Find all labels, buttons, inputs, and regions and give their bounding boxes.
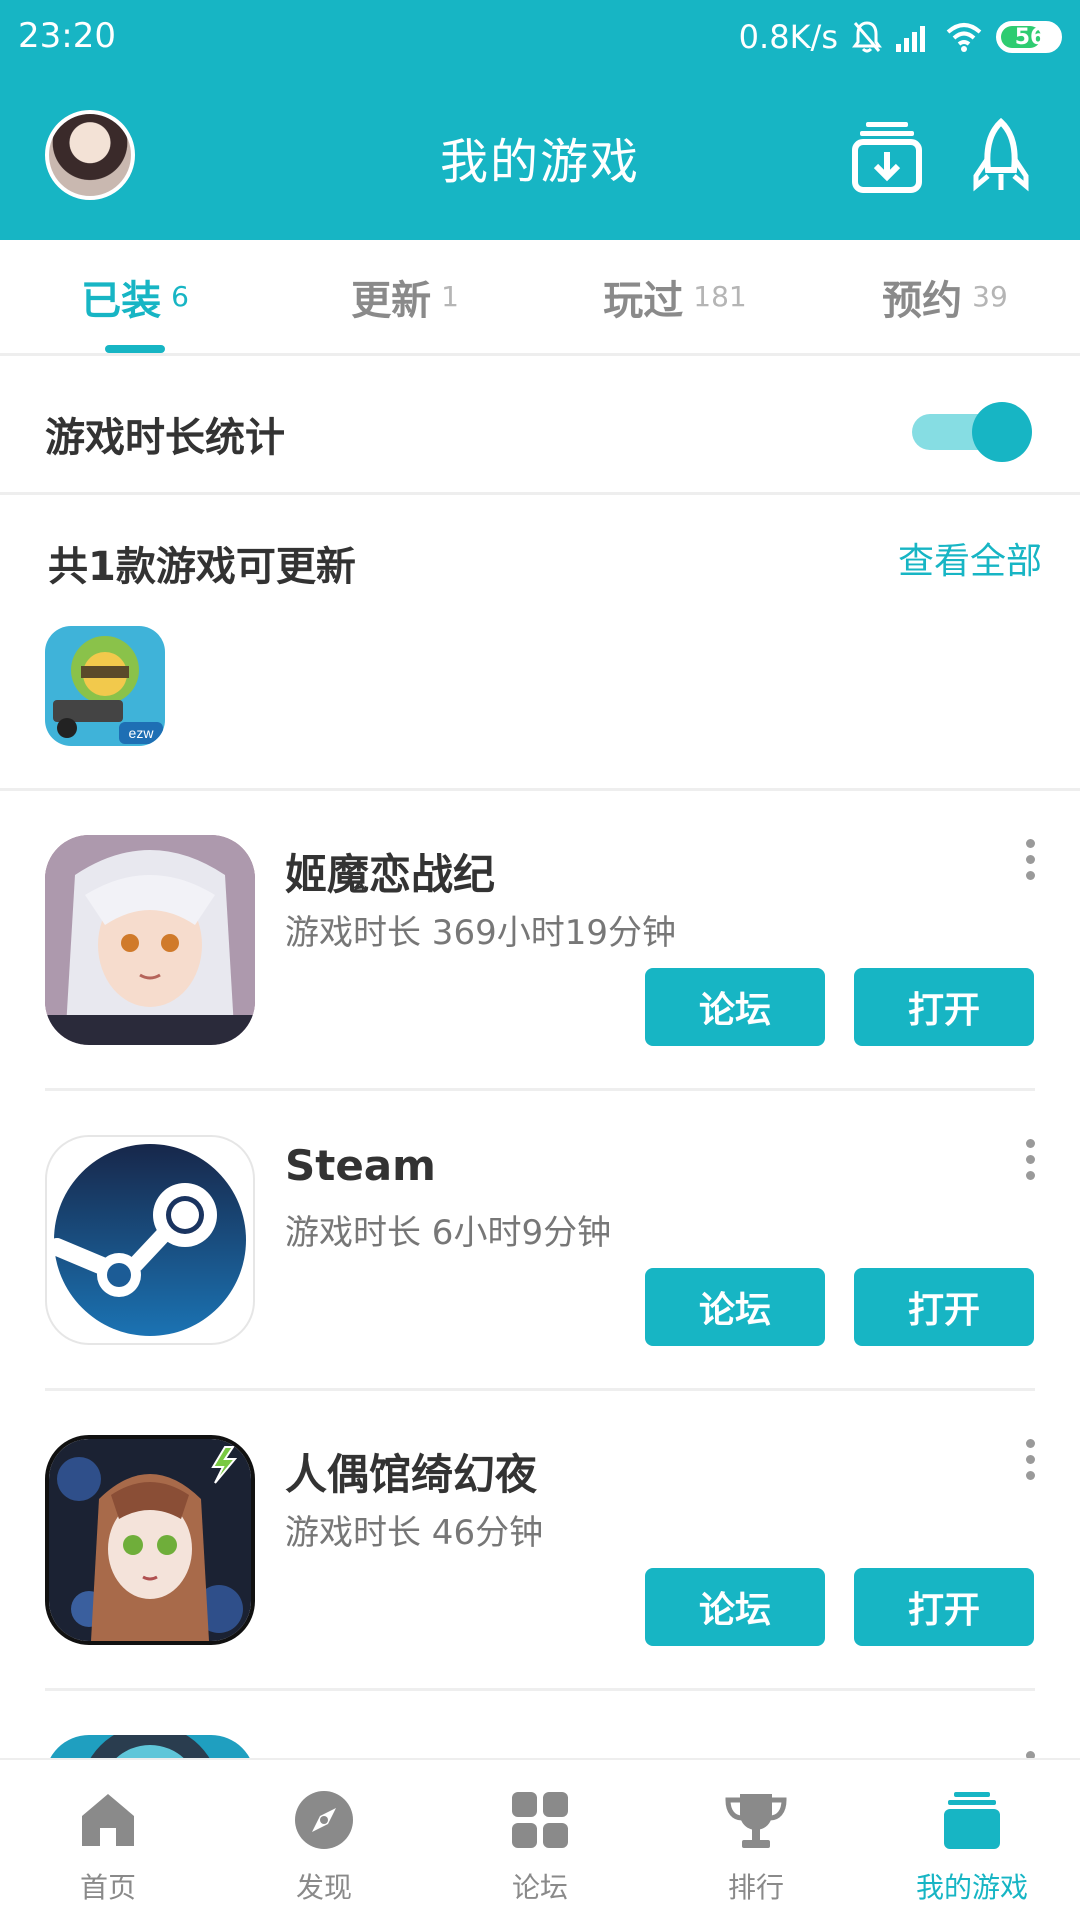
download-manager-icon[interactable]: [852, 118, 922, 194]
tab-reserved[interactable]: 预约 39: [810, 240, 1080, 353]
nav-my-games[interactable]: 我的游戏: [864, 1760, 1080, 1920]
status-time: 23:20: [18, 16, 116, 56]
nav-discover[interactable]: 发现: [216, 1760, 432, 1920]
tab-count: 1: [441, 280, 459, 313]
game-playtime: 游戏时长 369小时19分钟: [285, 913, 676, 953]
home-icon: [82, 1794, 134, 1846]
signal-icon: [896, 26, 925, 52]
tab-played[interactable]: 玩过 181: [540, 240, 810, 353]
tab-count: 39: [972, 280, 1008, 313]
update-icon-badge: ezw: [129, 725, 155, 741]
game-name: 姬魔恋战纪: [285, 850, 496, 899]
update-game-icon[interactable]: ezw: [45, 626, 165, 746]
forum-button[interactable]: 论坛: [645, 1568, 825, 1646]
game-icon[interactable]: [45, 1135, 255, 1345]
tab-installed[interactable]: 已装 6: [0, 240, 270, 353]
game-playtime: 游戏时长 6小时9分钟: [285, 1213, 612, 1253]
more-options-icon[interactable]: [1010, 1435, 1050, 1485]
nav-label: 我的游戏: [915, 1871, 1028, 1904]
more-options-icon[interactable]: [1010, 835, 1050, 885]
game-name: Steam: [285, 1141, 436, 1190]
tab-label: 已装: [81, 277, 162, 324]
view-all-link[interactable]: 查看全部: [898, 532, 1042, 584]
network-speed: 0.8K/s: [738, 18, 838, 56]
open-button[interactable]: 打开: [854, 968, 1034, 1046]
compass-icon: [295, 1791, 353, 1849]
list-item-partial: [0, 1691, 1080, 1758]
playtime-stats-toggle[interactable]: [912, 402, 1032, 462]
open-button[interactable]: 打开: [854, 1268, 1034, 1346]
tab-count: 181: [693, 280, 747, 313]
battery-icon: 56: [996, 21, 1062, 53]
grid-icon: [512, 1792, 568, 1848]
list-item: Steam 游戏时长 6小时9分钟 论坛 打开: [0, 1091, 1080, 1391]
nav-ranking[interactable]: 排行: [648, 1760, 864, 1920]
rocket-icon[interactable]: [966, 118, 1036, 194]
status-bar: 23:20 0.8K/s 56: [0, 0, 1080, 74]
tab-bar: 已装 6 更新 1 玩过 181 预约 39: [0, 240, 1080, 356]
list-item: 人偶馆绮幻夜 游戏时长 46分钟 论坛 打开: [0, 1391, 1080, 1691]
my-games-icon: [944, 1792, 1000, 1849]
playtime-stats-label: 游戏时长统计: [45, 415, 285, 461]
more-options-icon[interactable]: [1010, 1747, 1050, 1758]
list-item: 姬魔恋战纪 游戏时长 369小时19分钟 论坛 打开: [0, 791, 1080, 1091]
game-icon[interactable]: [45, 1735, 255, 1758]
bottom-nav: 首页 发现 论坛 排行 我的游戏: [0, 1758, 1080, 1920]
game-playtime: 游戏时长 46分钟: [285, 1513, 544, 1553]
wifi-icon: [946, 23, 982, 52]
forum-button[interactable]: 论坛: [645, 1268, 825, 1346]
game-name: 人偶馆绮幻夜: [285, 1450, 538, 1499]
trophy-icon: [725, 1794, 787, 1848]
updates-heading: 共1款游戏可更新: [48, 544, 356, 590]
forum-button[interactable]: 论坛: [645, 968, 825, 1046]
tab-label: 预约: [882, 277, 963, 324]
app-header: 23:20 0.8K/s 56 我的游戏: [0, 0, 1080, 240]
tab-label: 玩过: [603, 277, 684, 324]
tab-updates[interactable]: 更新 1: [270, 240, 540, 353]
game-icon[interactable]: [45, 835, 255, 1045]
nav-home[interactable]: 首页: [0, 1760, 216, 1920]
more-options-icon[interactable]: [1010, 1135, 1050, 1185]
nav-label: 论坛: [511, 1871, 568, 1904]
tab-count: 6: [171, 280, 189, 313]
tab-label: 更新: [351, 277, 432, 324]
bell-off-icon: [852, 21, 882, 53]
battery-level: 56: [1014, 24, 1046, 50]
game-icon[interactable]: [45, 1435, 255, 1645]
open-button[interactable]: 打开: [854, 1568, 1034, 1646]
nav-forum[interactable]: 论坛: [432, 1760, 648, 1920]
nav-label: 排行: [727, 1871, 784, 1904]
nav-label: 发现: [295, 1871, 352, 1904]
nav-label: 首页: [79, 1871, 136, 1904]
